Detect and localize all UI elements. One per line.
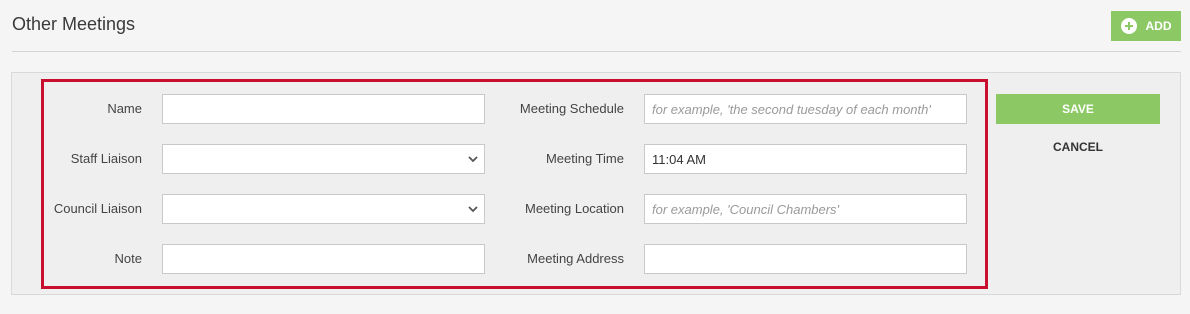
meeting-location-input[interactable]: [644, 194, 967, 224]
council-liaison-label: Council Liaison: [53, 201, 142, 216]
meeting-time-label: Meeting Time: [545, 151, 624, 166]
note-input[interactable]: [162, 244, 485, 274]
save-button[interactable]: SAVE: [996, 94, 1160, 124]
meeting-location-label: Meeting Location: [524, 201, 624, 216]
note-label: Note: [114, 251, 142, 266]
add-button-label: ADD: [1145, 19, 1172, 33]
meeting-time-input[interactable]: [644, 144, 967, 174]
cancel-link[interactable]: CANCEL: [996, 140, 1160, 158]
meeting-schedule-label: Meeting Schedule: [519, 101, 624, 116]
council-liaison-select[interactable]: [162, 194, 485, 224]
name-label: Name: [107, 101, 142, 116]
plus-circle-icon: [1120, 18, 1137, 34]
name-input[interactable]: [162, 94, 485, 124]
staff-liaison-select[interactable]: [162, 144, 485, 174]
section-title: Other Meetings: [12, 14, 136, 34]
add-button[interactable]: ADD: [1111, 11, 1181, 41]
meeting-address-input[interactable]: [644, 244, 967, 274]
meeting-schedule-input[interactable]: [644, 94, 967, 124]
meeting-address-label: Meeting Address: [527, 251, 624, 266]
section-header: Other Meetings ADD: [12, 0, 1181, 52]
other-meetings-page: Other Meetings ADD Name Staff Liaison Co…: [0, 0, 1190, 314]
staff-liaison-label: Staff Liaison: [70, 151, 142, 166]
